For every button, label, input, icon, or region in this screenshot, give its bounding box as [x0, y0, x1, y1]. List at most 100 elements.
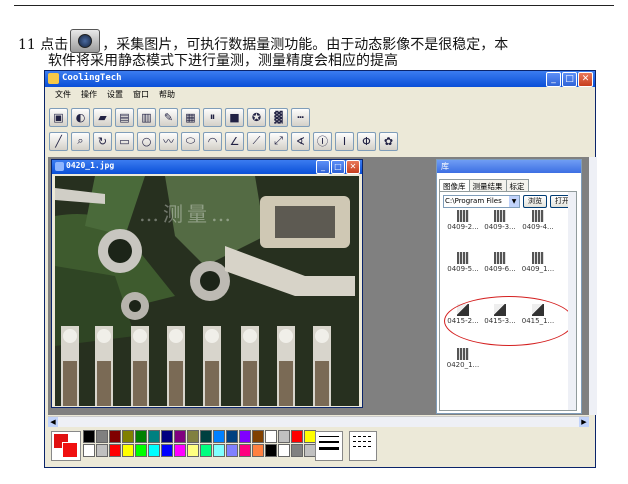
tool-button[interactable]: ✪ — [247, 107, 266, 127]
color-swatch[interactable] — [200, 430, 212, 443]
thumbnail-item[interactable]: 0409-6... — [480, 252, 520, 273]
color-swatch[interactable] — [252, 444, 264, 457]
line-dash-selector[interactable] — [349, 431, 377, 461]
settings-button[interactable]: ✎ — [159, 107, 178, 127]
color-swatch[interactable] — [148, 430, 160, 443]
app-titlebar[interactable]: CoolingTech _ □ ✕ — [45, 71, 595, 87]
library-scrollbar[interactable] — [568, 192, 576, 410]
stop-button[interactable]: ■ — [225, 107, 244, 127]
minimize-button[interactable]: _ — [546, 72, 561, 87]
color-swatch[interactable] — [239, 444, 251, 457]
vertical-measure-button[interactable]: Ⓘ — [313, 131, 332, 151]
rectangle-tool-button[interactable]: ▭ — [115, 131, 134, 151]
close-button[interactable]: ✕ — [578, 72, 593, 87]
color-swatch[interactable] — [161, 444, 173, 457]
color-swatch[interactable] — [161, 430, 173, 443]
thumbnail-label: 0409-5... — [447, 265, 479, 273]
color-swatch[interactable] — [109, 430, 121, 443]
diameter-button[interactable]: Φ — [357, 131, 376, 151]
grid-button[interactable]: ▓ — [269, 107, 288, 127]
color-swatch[interactable] — [291, 444, 303, 457]
browse-button[interactable]: 浏览 — [523, 195, 547, 208]
tool-icon: ✪ — [251, 110, 262, 124]
color-swatch[interactable] — [122, 444, 134, 457]
rotate-tool-button[interactable]: ↻ — [93, 131, 112, 151]
thumbnail-item[interactable]: 0409-3... — [480, 210, 520, 231]
angle-measure-button[interactable]: ∢ — [291, 131, 310, 151]
thumbnail-item[interactable]: 0409-5... — [443, 252, 483, 273]
image-maximize-button[interactable]: □ — [331, 160, 345, 174]
scroll-left-icon[interactable]: ◀ — [48, 417, 58, 427]
arc-tool-button[interactable]: ◠ — [203, 131, 222, 151]
image-alt-button[interactable]: ▥ — [137, 107, 156, 127]
color-swatch[interactable] — [278, 430, 290, 443]
color-swatch[interactable] — [83, 444, 95, 457]
color-swatch[interactable] — [278, 444, 290, 457]
color-swatch[interactable] — [135, 444, 147, 457]
menu-window[interactable]: 窗口 — [133, 88, 149, 102]
workspace-horizontal-scrollbar[interactable]: ◀ ▶ — [48, 416, 589, 427]
zoom-tool-button[interactable]: ⌕ — [71, 131, 90, 151]
library-title: 库 — [437, 160, 581, 173]
chevron-down-icon[interactable]: ▼ — [509, 196, 519, 207]
maximize-button[interactable]: □ — [562, 72, 577, 87]
menu-help[interactable]: 帮助 — [159, 88, 175, 102]
color-swatch[interactable] — [226, 430, 238, 443]
color-swatch[interactable] — [239, 430, 251, 443]
color-swatch[interactable] — [109, 444, 121, 457]
path-combobox[interactable]: C:\Program Files ▼ — [443, 195, 520, 208]
menu-settings[interactable]: 设置 — [107, 88, 123, 102]
color-swatch[interactable] — [226, 444, 238, 457]
color-swatch[interactable] — [96, 444, 108, 457]
image-minimize-button[interactable]: _ — [316, 160, 330, 174]
line-tool-button[interactable]: ╱ — [49, 131, 68, 151]
freehand-tool-button[interactable]: 〰 — [159, 131, 178, 151]
magnify-button[interactable]: ◐ — [71, 107, 90, 127]
color-swatch[interactable] — [265, 444, 277, 457]
color-swatch[interactable] — [96, 430, 108, 443]
ruler-button[interactable]: ┅ — [291, 107, 310, 127]
palette-button[interactable]: ✿ — [379, 131, 398, 151]
color-swatch[interactable] — [83, 430, 95, 443]
thumbnail-label: 0409-3... — [484, 223, 516, 231]
image-close-button[interactable]: ✕ — [346, 160, 360, 174]
thumbnail-item[interactable]: 0409-4... — [518, 210, 558, 231]
polyline-tool-button[interactable]: ⟋ — [247, 131, 266, 151]
line-width-selector[interactable] — [315, 431, 343, 461]
pause-button[interactable]: ⏸ — [203, 107, 222, 127]
color-swatch[interactable] — [200, 444, 212, 457]
image-window-titlebar[interactable]: 0420_1.jpg _ □ ✕ — [52, 160, 362, 174]
color-swatch[interactable] — [213, 430, 225, 443]
save-disk-button[interactable]: ▦ — [181, 107, 200, 127]
thumbnail-item[interactable]: 0409_1... — [518, 252, 558, 273]
captured-image[interactable]: …测量… — [55, 176, 359, 406]
color-swatch[interactable] — [291, 430, 303, 443]
zoom-tool-icon: ⌕ — [77, 134, 84, 147]
workspace-vertical-scrollbar[interactable] — [589, 157, 597, 415]
color-swatch[interactable] — [187, 444, 199, 457]
current-color[interactable] — [51, 431, 81, 461]
thumbnail-item[interactable]: 0420_1... — [443, 348, 483, 369]
angle-tool-button[interactable]: ∠ — [225, 131, 244, 151]
height-measure-button[interactable]: Ⅰ — [335, 131, 354, 151]
diagonal-tool-button[interactable]: ⤢ — [269, 131, 288, 151]
color-swatch[interactable] — [213, 444, 225, 457]
color-swatches — [83, 430, 316, 457]
color-swatch[interactable] — [174, 444, 186, 457]
capture-camera-button[interactable]: ▣ — [49, 107, 68, 127]
color-swatch[interactable] — [135, 430, 147, 443]
color-swatch[interactable] — [122, 430, 134, 443]
color-swatch[interactable] — [187, 430, 199, 443]
image-button[interactable]: ▤ — [115, 107, 134, 127]
scroll-right-icon[interactable]: ▶ — [579, 417, 589, 427]
circle-tool-button[interactable]: ○ — [137, 131, 156, 151]
menu-operate[interactable]: 操作 — [81, 88, 97, 102]
color-swatch[interactable] — [265, 430, 277, 443]
color-swatch[interactable] — [174, 430, 186, 443]
ellipse-tool-button[interactable]: ⬭ — [181, 131, 200, 151]
thumbnail-item[interactable]: 0409-2... — [443, 210, 483, 231]
menu-file[interactable]: 文件 — [55, 88, 71, 102]
color-swatch[interactable] — [252, 430, 264, 443]
open-folder-button[interactable]: ▰ — [93, 107, 112, 127]
color-swatch[interactable] — [148, 444, 160, 457]
